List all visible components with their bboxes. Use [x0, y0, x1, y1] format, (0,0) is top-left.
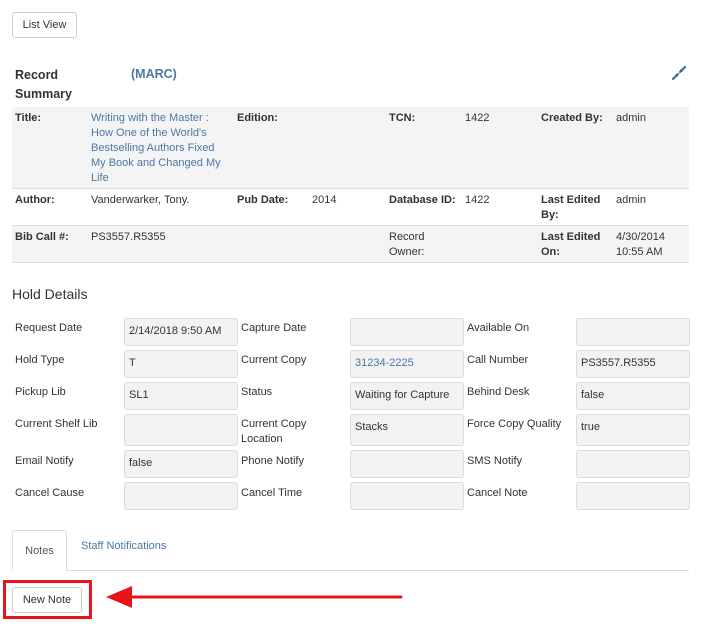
pickup-lib-field: SL1 [124, 382, 238, 410]
sms-notify-label: SMS Notify [467, 455, 523, 467]
bib-call-label: Bib Call #: [15, 231, 69, 243]
new-note-button[interactable]: New Note [12, 587, 82, 613]
status-field: Waiting for Capture [350, 382, 464, 410]
email-notify-label: Email Notify [15, 455, 74, 467]
available-on-field [576, 318, 690, 346]
hold-type-label: Hold Type [15, 354, 65, 366]
current-copy-location-field: Stacks [350, 414, 464, 446]
capture-date-label: Capture Date [241, 322, 307, 334]
tab-staff-notifications[interactable]: Staff Notifications [81, 539, 166, 554]
available-on-label: Available On [467, 322, 530, 334]
sms-notify-field [576, 450, 690, 478]
current-copy-location-label: Current Copy Location [241, 418, 307, 445]
request-date-field: 2/14/2018 9:50 AM [124, 318, 238, 346]
record-summary-heading: Record Summary [15, 68, 72, 101]
request-date-label: Request Date [15, 322, 83, 334]
pickup-lib-label: Pickup Lib [15, 386, 66, 398]
email-notify-field: false [124, 450, 238, 478]
pub-date-label: Pub Date: [237, 194, 289, 206]
edition-label: Edition: [237, 112, 278, 124]
author-value: Vanderwarker, Tony. [91, 194, 190, 206]
behind-desk-field: false [576, 382, 690, 410]
database-id-label: Database ID: [389, 194, 456, 206]
last-edited-by-value: admin [616, 194, 646, 206]
created-by-label: Created By: [541, 112, 603, 124]
last-edited-on-label: Last Edited On: [541, 231, 601, 258]
list-view-button[interactable]: List View [12, 12, 77, 38]
current-copy-label: Current Copy [241, 354, 307, 366]
record-summary-table: Title: Writing with the Master : How One… [12, 107, 689, 263]
hold-type-field: T [124, 350, 238, 378]
title-link[interactable]: Writing with the Master : How One of the… [91, 111, 231, 186]
database-id-value: 1422 [465, 194, 490, 206]
last-edited-on-value: 4/30/2014 10:55 AM [616, 231, 665, 258]
hold-details-heading: Hold Details [12, 286, 88, 302]
current-shelf-lib-label: Current Shelf Lib [15, 418, 98, 430]
call-number-label: Call Number [467, 354, 529, 366]
current-copy-link[interactable]: 31234-2225 [350, 350, 464, 378]
created-by-value: admin [616, 112, 646, 124]
tcn-label: TCN: [389, 112, 416, 124]
behind-desk-label: Behind Desk [467, 386, 530, 398]
compress-icon[interactable] [671, 65, 687, 81]
cancel-time-field [350, 482, 464, 510]
force-copy-quality-field: true [576, 414, 690, 446]
summary-row: Bib Call #: PS3557.R5355 Record Owner: L… [12, 226, 689, 263]
call-number-field: PS3557.R5355 [576, 350, 690, 378]
phone-notify-label: Phone Notify [241, 455, 304, 467]
phone-notify-field [350, 450, 464, 478]
record-owner-label: Record Owner: [389, 231, 425, 258]
marc-link[interactable]: (MARC) [131, 66, 177, 83]
cancel-time-label: Cancel Time [241, 487, 303, 499]
bib-call-value: PS3557.R5355 [91, 231, 166, 243]
summary-row: Author: Vanderwarker, Tony. Pub Date: 20… [12, 189, 689, 226]
current-shelf-lib-field [124, 414, 238, 446]
tabs-divider [12, 570, 689, 571]
pub-date-value: 2014 [312, 194, 337, 206]
summary-row: Title: Writing with the Master : How One… [12, 107, 689, 189]
cancel-note-label: Cancel Note [467, 487, 528, 499]
tab-notes[interactable]: Notes [12, 530, 67, 571]
cancel-note-field [576, 482, 690, 510]
force-copy-quality-label: Force Copy Quality [467, 418, 562, 430]
author-label: Author: [15, 194, 55, 206]
title-label: Title: [15, 112, 42, 124]
tcn-value: 1422 [465, 112, 490, 124]
capture-date-field [350, 318, 464, 346]
annotation-arrow-icon [106, 586, 403, 608]
status-label: Status [241, 386, 273, 398]
cancel-cause-field [124, 482, 238, 510]
last-edited-by-label: Last Edited By: [541, 194, 601, 221]
cancel-cause-label: Cancel Cause [15, 487, 85, 499]
